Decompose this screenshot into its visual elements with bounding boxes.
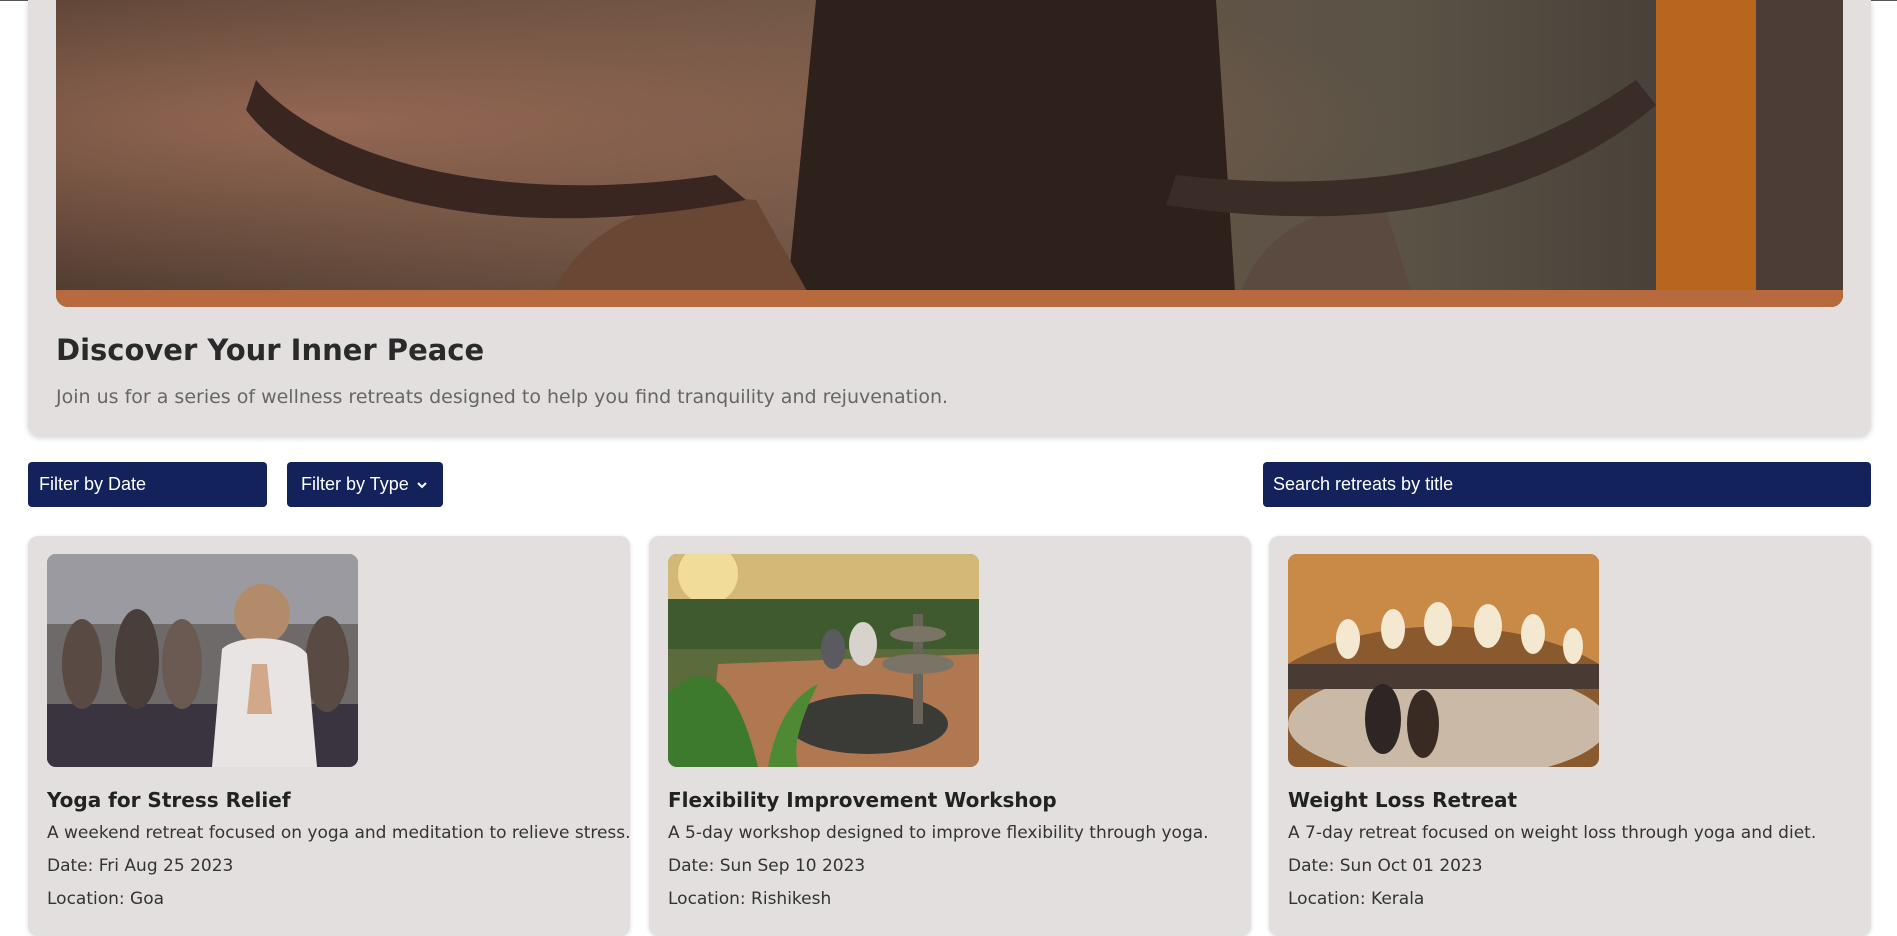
- retreat-title: Yoga for Stress Relief: [47, 788, 291, 812]
- retreat-date: Date: Sun Oct 01 2023: [1288, 856, 1483, 876]
- chevron-down-icon: [417, 481, 427, 488]
- filter-by-date-input[interactable]: Filter by Date: [28, 462, 267, 507]
- retreat-location: Location: Rishikesh: [668, 889, 832, 909]
- retreat-title: Weight Loss Retreat: [1288, 788, 1518, 812]
- retreat-card[interactable]: Weight Loss Retreat A 7-day retreat focu…: [1269, 536, 1871, 936]
- hero-subtitle: Join us for a series of wellness retreat…: [56, 386, 949, 408]
- search-input[interactable]: Search retreats by title: [1263, 462, 1871, 507]
- search-placeholder: Search retreats by title: [1273, 474, 1454, 494]
- page-title: Discover Your Inner Peace: [56, 333, 485, 367]
- retreat-image: [1288, 554, 1599, 767]
- retreat-location: Location: Kerala: [1288, 889, 1425, 909]
- retreat-date: Date: Fri Aug 25 2023: [47, 856, 234, 876]
- retreat-description: A 7-day retreat focused on weight loss t…: [1288, 823, 1817, 843]
- retreat-card[interactable]: Flexibility Improvement Workshop A 5-day…: [649, 536, 1251, 936]
- retreat-description: A 5-day workshop designed to improve fle…: [668, 823, 1209, 843]
- retreat-card[interactable]: Yoga for Stress Relief A weekend retreat…: [28, 536, 631, 936]
- retreat-image: [47, 554, 358, 767]
- retreat-description: A weekend retreat focused on yoga and me…: [47, 823, 631, 843]
- filter-by-date-label: Filter by Date: [39, 474, 147, 494]
- filter-by-type-select[interactable]: Filter by Type: [287, 462, 443, 507]
- filter-by-type-label: Filter by Type: [301, 474, 409, 494]
- retreat-date: Date: Sun Sep 10 2023: [668, 856, 866, 876]
- hero-meditation-image: [56, 0, 1843, 307]
- retreat-image: [668, 554, 979, 767]
- hero-banner: Discover Your Inner Peace Join us for a …: [28, 0, 1871, 436]
- retreat-location: Location: Goa: [47, 889, 165, 909]
- retreat-title: Flexibility Improvement Workshop: [668, 788, 1057, 812]
